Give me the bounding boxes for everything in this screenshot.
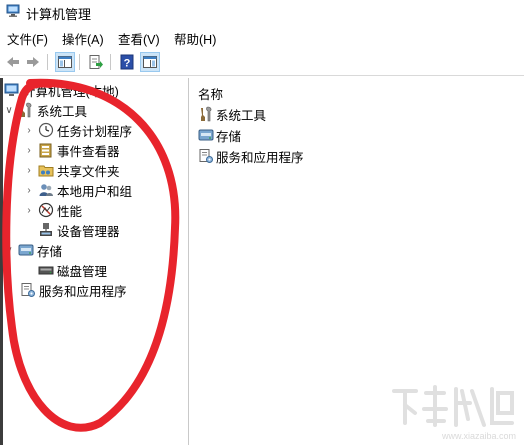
expand-arrow-icon[interactable]: › [24,205,34,216]
collapse-arrow-icon[interactable]: ∨ [4,105,14,116]
tree-item-event-viewer[interactable]: › 事件查看器 [24,141,120,159]
storage-icon [198,127,214,143]
window-left-edge [0,78,3,445]
watermark: www.xiazaiba.com [388,383,518,441]
export-list-icon[interactable] [86,52,106,72]
collapse-arrow-icon[interactable]: ∨ [4,245,14,256]
tree-item-label: 性能 [57,204,83,219]
forward-icon[interactable] [23,52,43,72]
clock-icon [38,122,54,138]
tree-item-storage[interactable]: ∨ 存储 [4,241,62,259]
menu-view[interactable]: 查看(V) [118,29,160,48]
tree-item-performance[interactable]: › 性能 [24,201,82,219]
tree-item-device-manager[interactable]: 设备管理器 [38,221,120,239]
toolbar: ? [0,49,524,76]
tree-item-label: 服务和应用程序 [39,284,127,299]
computer-management-icon [4,82,20,98]
toolbar-separator [110,54,111,70]
expand-arrow-icon[interactable]: › [24,165,34,176]
toolbar-separator [47,54,48,70]
list-item[interactable]: 系统工具 [198,105,266,123]
back-icon[interactable] [3,52,23,72]
help-icon[interactable]: ? [117,52,137,72]
tree-item-label: 设备管理器 [57,224,120,239]
tree-item-label: 磁盘管理 [57,264,108,279]
toolbar-separator [79,54,80,70]
list-item-label: 服务和应用程序 [216,150,304,165]
services-icon [20,282,36,298]
disk-management-icon [38,262,54,278]
tree-item-label: 存储 [37,244,63,259]
tree-root[interactable]: 计算机管理(本地) [4,81,119,99]
title-bar: 计算机管理 [0,0,524,24]
show-action-pane-icon[interactable] [140,52,160,72]
shared-folder-icon [38,162,54,178]
tree-item-label: 事件查看器 [57,144,120,159]
tree-item-label: 任务计划程序 [57,124,133,139]
expand-arrow-icon[interactable]: › [24,185,34,196]
tree-root-label: 计算机管理(本地) [23,84,119,99]
tree-item-disk-management[interactable]: 磁盘管理 [38,261,107,279]
storage-icon [18,242,34,258]
tree-item-shared-folders[interactable]: › 共享文件夹 [24,161,120,179]
watermark-logo-icon [392,385,514,427]
window-title: 计算机管理 [26,7,92,22]
expand-arrow-icon[interactable]: › [24,145,34,156]
column-header-name[interactable]: 名称 [198,84,223,103]
menu-action[interactable]: 操作(A) [62,29,104,48]
tree-item-label: 共享文件夹 [57,164,120,179]
menu-file[interactable]: 文件(F) [7,29,48,48]
tree-item-system-tools[interactable]: ∨ 系统工具 [4,101,87,119]
tree-item-label: 本地用户和组 [57,184,133,199]
system-tools-icon [18,102,34,118]
event-viewer-icon [38,142,54,158]
tree-item-task-scheduler[interactable]: › 任务计划程序 [24,121,132,139]
list-item-label: 存储 [216,129,242,144]
list-item[interactable]: 存储 [198,126,241,144]
expand-arrow-icon[interactable]: › [24,125,34,136]
tree-item-label: 系统工具 [37,104,88,119]
show-hide-tree-icon[interactable] [55,52,75,72]
tree-item-local-users-groups[interactable]: › 本地用户和组 [24,181,132,199]
svg-text:?: ? [124,58,131,70]
list-item[interactable]: 服务和应用程序 [198,147,304,165]
watermark-url: www.xiazaiba.com [441,431,516,441]
system-tools-icon [198,106,214,122]
tree-item-services-applications[interactable]: 服务和应用程序 [20,281,127,299]
users-icon [38,182,54,198]
list-item-label: 系统工具 [216,108,267,123]
services-icon [198,148,214,164]
console-tree-pane[interactable]: 计算机管理(本地) ∨ 系统工具 › 任务计划程序 › 事件查看器 › 共享文件… [0,78,189,445]
menu-help[interactable]: 帮助(H) [174,29,216,48]
performance-icon [38,202,54,218]
menu-bar: 文件(F) 操作(A) 查看(V) 帮助(H) [0,27,524,47]
computer-management-icon [6,4,20,17]
device-manager-icon [38,222,54,238]
